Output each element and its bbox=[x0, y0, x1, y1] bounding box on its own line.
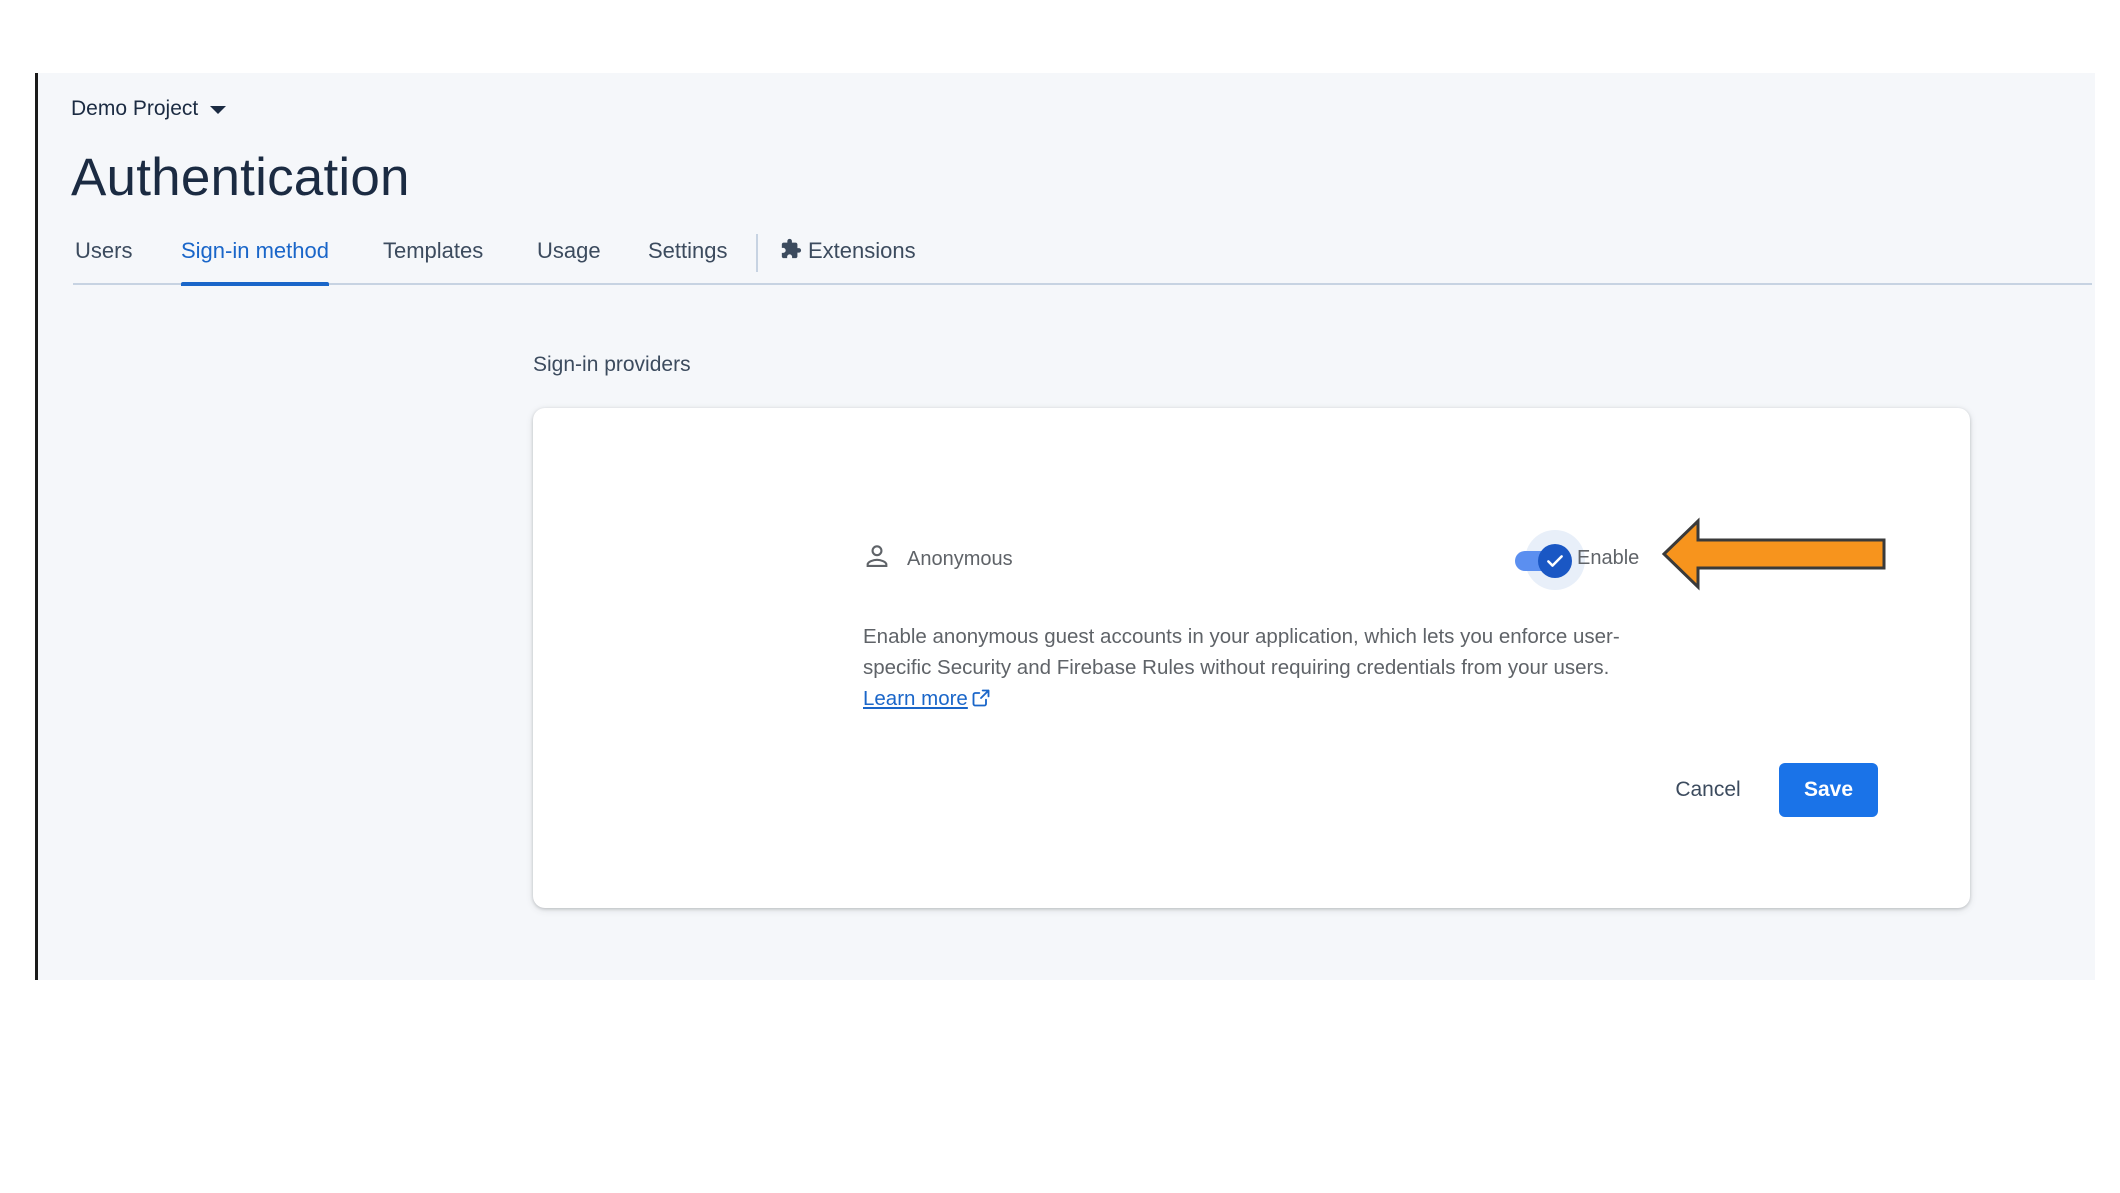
provider-description: Enable anonymous guest accounts in your … bbox=[863, 621, 1653, 717]
puzzle-piece-icon bbox=[780, 238, 802, 266]
tab-bar: Users Sign-in method Templates Usage Set… bbox=[73, 234, 2092, 286]
provider-header: Anonymous bbox=[863, 542, 1013, 576]
description-text: Enable anonymous guest accounts in your … bbox=[863, 625, 1620, 679]
tab-usage[interactable]: Usage bbox=[537, 238, 601, 283]
tab-sign-in-method[interactable]: Sign-in method bbox=[181, 238, 329, 286]
chevron-down-icon bbox=[210, 106, 227, 114]
tab-extensions-label: Extensions bbox=[808, 238, 916, 263]
enable-label: Enable bbox=[1577, 547, 1640, 569]
learn-more-link[interactable]: Learn more bbox=[863, 687, 991, 710]
tab-settings[interactable]: Settings bbox=[648, 238, 728, 283]
tab-users[interactable]: Users bbox=[75, 238, 132, 283]
cancel-button[interactable]: Cancel bbox=[1652, 763, 1764, 817]
person-icon bbox=[863, 542, 891, 576]
tab-templates[interactable]: Templates bbox=[383, 238, 483, 283]
check-icon bbox=[1538, 544, 1572, 578]
section-label: Sign-in providers bbox=[533, 353, 691, 376]
provider-name: Anonymous bbox=[907, 547, 1013, 570]
save-button[interactable]: Save bbox=[1779, 763, 1878, 817]
arrow-left-icon bbox=[1661, 517, 1886, 591]
external-link-icon bbox=[971, 686, 991, 717]
tab-divider bbox=[756, 234, 758, 272]
tab-extensions[interactable]: Extensions bbox=[780, 238, 916, 283]
project-selector[interactable]: Demo Project bbox=[71, 97, 227, 121]
page-title: Authentication bbox=[71, 148, 410, 207]
project-name: Demo Project bbox=[71, 97, 199, 120]
learn-more-label: Learn more bbox=[863, 687, 968, 710]
enable-toggle[interactable] bbox=[1515, 530, 1585, 590]
